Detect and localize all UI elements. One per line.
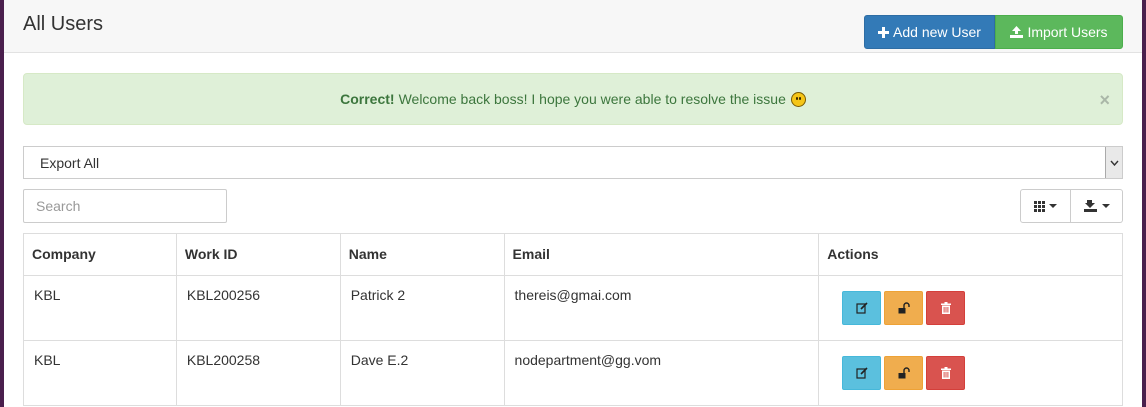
unlock-button[interactable] xyxy=(884,356,924,390)
edit-icon xyxy=(856,302,868,314)
cell-work-id: KBL200256 xyxy=(175,275,341,341)
table-row: KBL KBL200258 Dave E.2 nodepartment@gg.v… xyxy=(23,340,1123,406)
plus-icon xyxy=(878,26,890,38)
success-alert: Correct! Welcome back boss! I hope you w… xyxy=(23,73,1123,125)
columns-toggle-button[interactable] xyxy=(1020,189,1071,223)
edit-button[interactable] xyxy=(842,356,882,390)
upload-icon xyxy=(1010,26,1024,38)
page-header: All Users Add new User Import Users xyxy=(4,0,1142,53)
export-select[interactable]: Export All xyxy=(23,146,1123,179)
column-header-email[interactable]: Email xyxy=(503,233,820,276)
chevron-down-icon[interactable] xyxy=(1105,147,1122,178)
cell-company: KBL xyxy=(23,340,177,406)
alert-close-button[interactable]: × xyxy=(1099,90,1110,111)
row-actions xyxy=(829,291,1112,325)
column-header-actions: Actions xyxy=(818,233,1123,276)
search-input[interactable] xyxy=(23,189,227,223)
delete-button[interactable] xyxy=(926,291,966,325)
unlock-button[interactable] xyxy=(884,291,924,325)
header-actions: Add new User Import Users xyxy=(864,15,1123,49)
trash-icon xyxy=(940,367,951,379)
cell-email: thereis@gmai.com xyxy=(503,275,820,341)
alert-message: Welcome back boss! I hope you were able … xyxy=(398,91,786,107)
column-header-company[interactable]: Company xyxy=(23,233,177,276)
add-new-user-button[interactable]: Add new User xyxy=(864,15,995,49)
users-table: Company Work ID Name Email Actions KBL K… xyxy=(23,233,1123,406)
export-selected-value: Export All xyxy=(40,154,100,171)
cell-actions xyxy=(818,340,1123,406)
cell-name: Patrick 2 xyxy=(339,275,505,341)
cell-email: nodepartment@gg.vom xyxy=(503,340,820,406)
row-actions xyxy=(829,356,1112,390)
unlock-icon xyxy=(898,302,910,314)
column-header-name[interactable]: Name xyxy=(339,233,505,276)
cell-actions xyxy=(818,275,1123,341)
add-new-user-label: Add new User xyxy=(893,24,981,40)
alert-strong: Correct! xyxy=(340,91,395,107)
edit-button[interactable] xyxy=(842,291,882,325)
cell-work-id: KBL200258 xyxy=(175,340,341,406)
smiley-icon xyxy=(790,91,806,107)
import-users-button[interactable]: Import Users xyxy=(995,15,1123,49)
column-header-work-id[interactable]: Work ID xyxy=(175,233,341,276)
unlock-icon xyxy=(898,367,910,379)
grid-icon xyxy=(1034,200,1045,212)
delete-button[interactable] xyxy=(926,356,966,390)
table-row: KBL KBL200256 Patrick 2 thereis@gmai.com xyxy=(23,275,1123,341)
export-icon xyxy=(1084,200,1097,212)
cell-company: KBL xyxy=(23,275,177,341)
caret-down-icon xyxy=(1102,204,1110,208)
cell-name: Dave E.2 xyxy=(339,340,505,406)
caret-down-icon xyxy=(1049,204,1057,208)
table-header-row: Company Work ID Name Email Actions xyxy=(23,233,1123,276)
table-tools xyxy=(1020,189,1123,223)
import-users-label: Import Users xyxy=(1027,24,1108,40)
edit-icon xyxy=(856,367,868,379)
page-title: All Users xyxy=(23,13,104,35)
export-tool-button[interactable] xyxy=(1071,189,1123,223)
trash-icon xyxy=(940,302,951,314)
